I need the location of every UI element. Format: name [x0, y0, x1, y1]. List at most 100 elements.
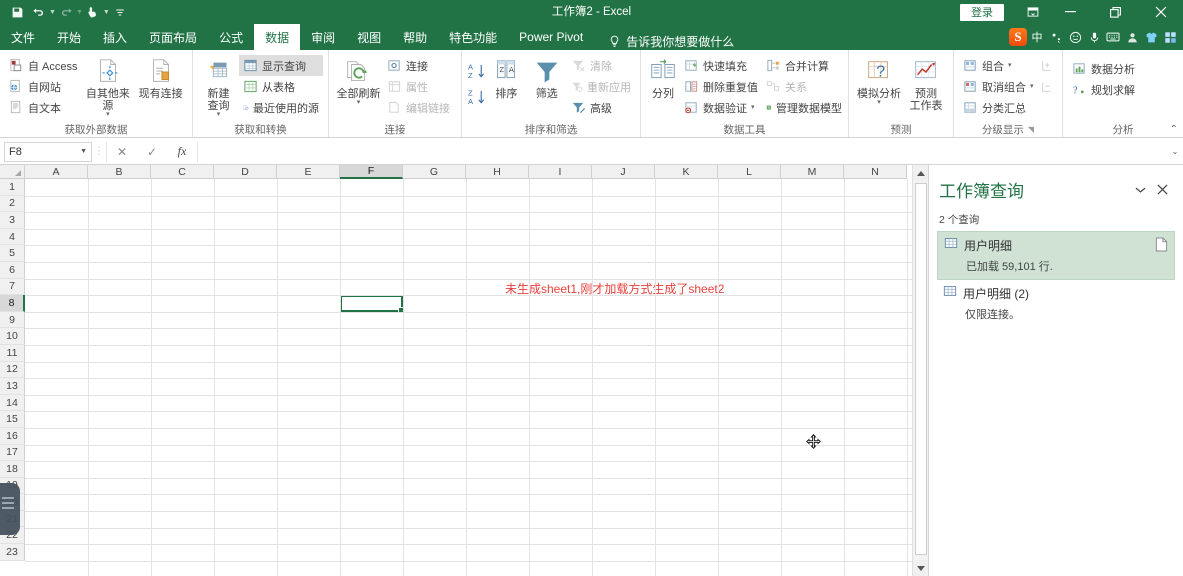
row-header-15[interactable]: 15 — [0, 411, 25, 428]
enter-formula-icon[interactable]: ✓ — [137, 142, 167, 162]
row-header-1[interactable]: 1 — [0, 179, 25, 196]
row-header-4[interactable]: 4 — [0, 228, 25, 246]
tab-view[interactable]: 视图 — [346, 24, 392, 50]
row-header-11[interactable]: 11 — [0, 344, 25, 362]
scroll-up-icon[interactable] — [913, 165, 928, 181]
column-header-H[interactable]: H — [466, 165, 529, 179]
sort-button[interactable]: ZA 排序 — [486, 55, 526, 100]
chevron-down-icon[interactable] — [1129, 179, 1151, 201]
redo-icon[interactable] — [56, 2, 76, 22]
from-other-sources-dropdown-icon[interactable]: ▾ — [106, 111, 110, 118]
touch-mouse-mode-icon[interactable] — [83, 2, 103, 22]
existing-connections-button[interactable]: 现有连接 — [134, 55, 187, 100]
row-header-2[interactable]: 2 — [0, 195, 25, 213]
recent-sources-button[interactable]: 最近使用的源 — [239, 97, 323, 118]
tab-review[interactable]: 审阅 — [300, 24, 346, 50]
floating-overlay-widget[interactable] — [0, 483, 20, 535]
ime-soft-keyboard-icon[interactable] — [1104, 27, 1122, 47]
select-all-corner[interactable] — [0, 165, 25, 179]
row-header-17[interactable]: 17 — [0, 444, 25, 462]
column-header-C[interactable]: C — [151, 165, 214, 179]
from-web-button[interactable]: 自网站 — [5, 76, 82, 97]
data-analysis-button[interactable]: 数据分析 — [1068, 58, 1156, 79]
row-header-18[interactable]: 18 — [0, 461, 25, 478]
query-item[interactable]: 用户明细 (2) 仅限连接。 — [937, 280, 1175, 327]
ungroup-dropdown-icon[interactable]: ▾ — [1030, 83, 1034, 90]
from-table-button[interactable]: 从表格 — [239, 76, 323, 97]
query-item-selected[interactable]: 用户明细 已加载 59,101 行. — [937, 231, 1175, 280]
from-other-sources-button[interactable]: 自其他来源 ▾ — [82, 55, 135, 118]
name-box[interactable]: F8 ▼ — [4, 141, 92, 162]
row-header-16[interactable]: 16 — [0, 427, 25, 445]
ime-user-icon[interactable] — [1123, 27, 1141, 47]
subtotal-button[interactable]: 分类汇总 — [959, 97, 1038, 118]
row-header-12[interactable]: 12 — [0, 361, 25, 379]
column-header-D[interactable]: D — [214, 165, 277, 179]
show-queries-button[interactable]: 显示查询 — [239, 55, 323, 76]
collapse-ribbon-icon[interactable]: ⌃ — [1170, 124, 1178, 135]
row-header-23[interactable]: 23 — [0, 544, 25, 561]
row-header-3[interactable]: 3 — [0, 212, 25, 229]
column-header-G[interactable]: G — [403, 165, 466, 179]
sogou-logo-icon[interactable]: S — [1009, 28, 1027, 46]
column-header-L[interactable]: L — [718, 165, 781, 179]
consolidate-button[interactable]: 合并计算 — [762, 55, 846, 76]
scrollbar-thumb[interactable] — [915, 183, 927, 555]
tab-file[interactable]: 文件 — [0, 24, 46, 50]
refresh-all-dropdown-icon[interactable]: ▾ — [357, 99, 361, 106]
tell-me-box[interactable]: 告诉我你想要做什么 — [594, 33, 734, 50]
ungroup-button[interactable]: 取消组合 ▾ — [959, 76, 1038, 97]
insert-function-icon[interactable]: fx — [167, 142, 197, 162]
name-box-dropdown-icon[interactable]: ▼ — [80, 148, 87, 155]
column-header-I[interactable]: I — [529, 165, 592, 179]
group-button[interactable]: 组合 ▾ — [959, 55, 1038, 76]
flash-fill-button[interactable]: 快速填充 — [680, 55, 762, 76]
ime-toolbox-icon[interactable] — [1161, 27, 1179, 47]
ribbon-display-options-icon[interactable] — [1018, 0, 1048, 24]
solver-button[interactable]: ? 规划求解 — [1068, 79, 1156, 100]
column-header-K[interactable]: K — [655, 165, 718, 179]
tab-home[interactable]: 开始 — [46, 24, 92, 50]
tab-help[interactable]: 帮助 — [392, 24, 438, 50]
undo-icon[interactable] — [29, 2, 49, 22]
ime-punctuation-icon[interactable] — [1047, 27, 1065, 47]
text-to-columns-button[interactable]: 分列 — [646, 55, 680, 100]
sort-ascending-button[interactable]: AZ — [467, 58, 486, 84]
ime-mode-chinese[interactable]: 中 — [1028, 27, 1046, 47]
row-header-5[interactable]: 5 — [0, 245, 25, 262]
column-header-M[interactable]: M — [781, 165, 844, 179]
scroll-down-icon[interactable] — [913, 560, 928, 576]
row-header-8[interactable]: 8 — [0, 295, 25, 312]
tab-formulas[interactable]: 公式 — [208, 24, 254, 50]
formula-bar-grip[interactable]: ⋮ — [92, 146, 106, 157]
row-header-10[interactable]: 10 — [0, 328, 25, 345]
advanced-filter-button[interactable]: 高级 — [567, 97, 635, 118]
remove-duplicates-button[interactable]: 删除重复值 — [680, 76, 762, 97]
row-header-7[interactable]: 7 — [0, 278, 25, 296]
column-header-B[interactable]: B — [88, 165, 151, 179]
column-header-N[interactable]: N — [844, 165, 907, 179]
data-validation-button[interactable]: 数据验证 ▾ — [680, 97, 762, 118]
row-header-14[interactable]: 14 — [0, 394, 25, 412]
ime-voice-input-icon[interactable] — [1085, 27, 1103, 47]
vertical-scrollbar[interactable] — [912, 165, 928, 576]
close-button[interactable] — [1138, 0, 1183, 24]
outline-dialog-launcher-icon[interactable]: ◥ — [1028, 125, 1034, 134]
sign-in-button[interactable]: 登录 — [960, 3, 1004, 21]
from-access-button[interactable]: 自 Access — [5, 55, 82, 76]
connections-button[interactable]: 连接 — [383, 55, 456, 76]
undo-dropdown-icon[interactable]: ▼ — [49, 9, 56, 16]
what-if-analysis-button[interactable]: ? 模拟分析 ▾ — [854, 55, 904, 106]
forecast-sheet-button[interactable]: 预测 工作表 — [904, 55, 948, 112]
expand-formula-bar-icon[interactable]: ⌄ — [1167, 147, 1183, 156]
customize-qat-icon[interactable] — [110, 2, 130, 22]
cancel-formula-icon[interactable]: ✕ — [107, 142, 137, 162]
minimize-button[interactable] — [1048, 0, 1093, 24]
new-query-dropdown-icon[interactable]: ▾ — [217, 111, 221, 118]
close-icon[interactable] — [1151, 179, 1173, 201]
grid-cells[interactable]: 未生成sheet1,刚才加载方式生成了sheet2 — [25, 179, 928, 576]
selected-cell-f8[interactable] — [340, 295, 405, 314]
touch-dropdown-icon[interactable]: ▼ — [103, 9, 110, 16]
tab-page-layout[interactable]: 页面布局 — [138, 24, 208, 50]
manage-data-model-button[interactable]: 管理数据模型 — [762, 97, 846, 118]
